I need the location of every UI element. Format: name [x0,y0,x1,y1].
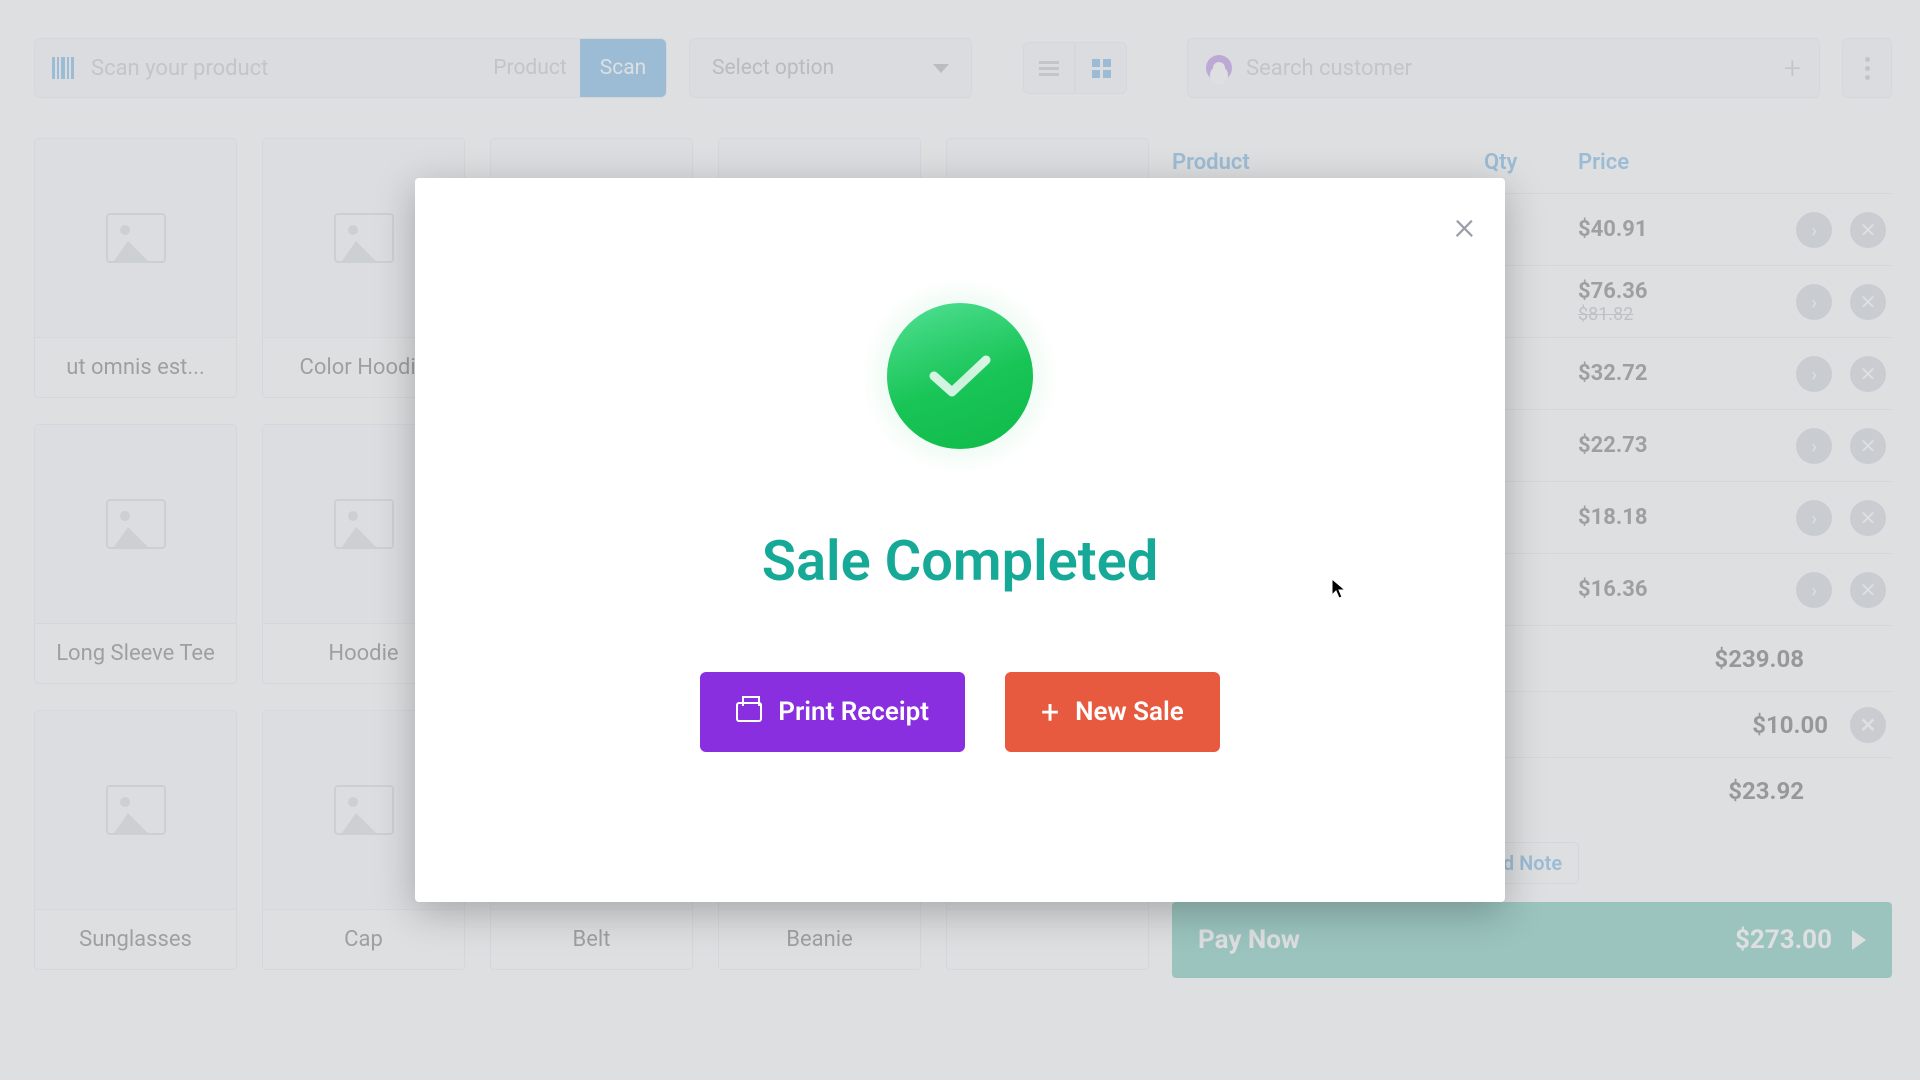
sale-completed-modal: × Sale Completed Print Receipt + New Sal… [415,178,1505,902]
plus-icon: + [1041,693,1059,731]
success-badge [870,286,1050,466]
print-receipt-button[interactable]: Print Receipt [700,672,965,752]
cursor-icon [1331,578,1347,600]
close-button[interactable]: × [1454,202,1475,249]
modal-buttons: Print Receipt + New Sale [415,672,1505,752]
new-sale-button[interactable]: + New Sale [1005,672,1220,752]
printer-icon [736,702,762,722]
